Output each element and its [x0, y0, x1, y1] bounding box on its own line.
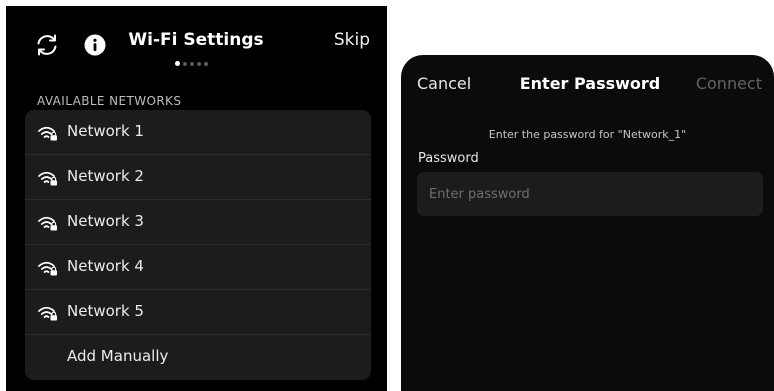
wifi-lock-icon: [38, 126, 57, 141]
page-indicator: [175, 61, 208, 66]
network-row-4[interactable]: Network 4: [25, 245, 371, 290]
refresh-icon[interactable]: [30, 28, 64, 62]
network-row-1[interactable]: Network 1: [25, 110, 371, 155]
wifi-lock-icon: [38, 171, 57, 186]
network-row-3[interactable]: Network 3: [25, 200, 371, 245]
password-input[interactable]: [417, 172, 763, 216]
network-label: Network 1: [67, 122, 144, 140]
add-manually-label: Add Manually: [67, 347, 169, 365]
wifi-lock-icon: [38, 306, 57, 321]
network-row-5[interactable]: Network 5: [25, 290, 371, 335]
network-label: Network 3: [67, 212, 144, 230]
password-sheet: Cancel Enter Password Connect Enter the …: [401, 55, 774, 391]
info-icon[interactable]: [78, 28, 112, 62]
network-row-2[interactable]: Network 2: [25, 155, 371, 200]
page-indicator-dot: [197, 61, 201, 66]
page-indicator-dot: [204, 61, 208, 66]
sheet-title: Enter Password: [519, 74, 661, 93]
page-indicator-dot: [183, 61, 187, 66]
password-label: Password: [418, 151, 479, 166]
network-list: Network 1 Network 2 Network 3 Network 4 …: [25, 110, 371, 380]
page-title: Wi-Fi Settings: [128, 30, 264, 50]
network-label: Network 4: [67, 257, 144, 275]
skip-button[interactable]: Skip: [334, 30, 370, 50]
add-manually-button[interactable]: Add Manually: [25, 335, 371, 380]
section-title: AVAILABLE NETWORKS: [37, 94, 182, 108]
wifi-lock-icon: [38, 261, 57, 276]
connect-button[interactable]: Connect: [696, 74, 762, 93]
network-label: Network 5: [67, 302, 144, 320]
password-prompt: Enter the password for "Network_1": [488, 128, 687, 141]
wifi-lock-icon: [38, 216, 57, 231]
page-indicator-dot: [190, 61, 194, 66]
wifi-settings-screen: Wi-Fi Settings Skip AVAILABLE NETWORKS N…: [6, 6, 387, 391]
page-indicator-dot-active: [175, 61, 180, 66]
network-label: Network 2: [67, 167, 144, 185]
cancel-button[interactable]: Cancel: [417, 74, 471, 93]
